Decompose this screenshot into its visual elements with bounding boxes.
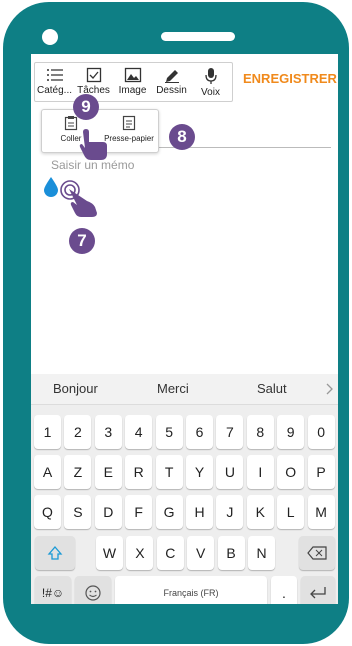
key-row3-8[interactable]: L <box>277 495 305 529</box>
key-row3-2[interactable]: D <box>94 495 122 529</box>
memo-screen: Catég... Tâches Image Dessin Voix ENREGI… <box>31 54 338 604</box>
phone-frame: Catég... Tâches Image Dessin Voix ENREGI… <box>3 2 349 644</box>
key-row4-1[interactable]: X <box>126 536 154 570</box>
cursor-handle-icon[interactable] <box>43 176 59 198</box>
toolbar-categories-label: Catég... <box>36 85 73 96</box>
key-row2-3[interactable]: R <box>125 455 153 489</box>
key-row2-8[interactable]: O <box>277 455 305 489</box>
key-row4-0[interactable]: W <box>96 536 123 570</box>
step-7-badge: 7 <box>69 228 95 254</box>
enter-key[interactable] <box>301 576 335 604</box>
key-row3-0[interactable]: Q <box>34 495 61 529</box>
suggestion-2[interactable]: Merci <box>157 381 189 396</box>
key-row2-1[interactable]: Z <box>64 455 92 489</box>
paste-icon <box>64 116 78 131</box>
space-bar[interactable]: Français (FR) <box>115 576 267 604</box>
symbols-key[interactable]: !#☺ <box>35 576 71 604</box>
key-row4-2[interactable]: C <box>156 536 184 570</box>
key-row3-3[interactable]: F <box>125 495 153 529</box>
key-row4-4[interactable]: B <box>217 536 245 570</box>
key-row3-9[interactable]: M <box>307 495 335 529</box>
tap-hand-icon <box>79 129 107 160</box>
period-key[interactable]: . <box>271 576 297 604</box>
suggestion-bar: Bonjour Merci Salut <box>31 374 338 405</box>
backspace-key[interactable] <box>299 536 335 570</box>
key-row3-5[interactable]: H <box>186 495 213 529</box>
emoji-icon <box>85 585 101 601</box>
key-row1-4[interactable]: 5 <box>155 415 183 449</box>
front-camera <box>42 29 58 45</box>
tap-gesture-icon <box>60 180 97 217</box>
key-row1-0[interactable]: 1 <box>34 415 61 449</box>
key-row1-3[interactable]: 4 <box>125 415 153 449</box>
toolbar-voice-label: Voix <box>201 87 220 98</box>
suggestion-1[interactable]: Bonjour <box>53 381 98 396</box>
key-row2-7[interactable]: I <box>246 455 274 489</box>
list-icon <box>46 69 63 81</box>
key-row2-6[interactable]: U <box>216 455 244 489</box>
title-underline <box>131 147 331 148</box>
toolbar-image-label: Image <box>118 85 147 96</box>
key-row2-4[interactable]: T <box>155 455 183 489</box>
key-row2-9[interactable]: P <box>307 455 335 489</box>
save-button[interactable]: ENREGISTRER <box>243 71 337 86</box>
key-row1-5[interactable]: 6 <box>186 415 213 449</box>
key-row3-1[interactable]: S <box>64 495 92 529</box>
image-icon <box>124 67 141 83</box>
key-row4-5[interactable]: N <box>248 536 275 570</box>
step-8-badge: 8 <box>169 124 195 150</box>
key-row2-0[interactable]: A <box>34 455 61 489</box>
suggestion-3[interactable]: Salut <box>257 381 287 396</box>
clipboard-icon <box>122 115 136 131</box>
key-row2-5[interactable]: Y <box>186 455 213 489</box>
memo-toolbar: Catég... Tâches Image Dessin Voix <box>34 62 233 102</box>
key-row4-3[interactable]: V <box>187 536 215 570</box>
key-row3-4[interactable]: G <box>155 495 183 529</box>
key-row1-1[interactable]: 2 <box>64 415 92 449</box>
checkbox-icon <box>86 67 101 83</box>
shift-arrow-icon <box>47 546 63 560</box>
toolbar-image-button[interactable]: Image <box>113 63 152 101</box>
key-row3-6[interactable]: J <box>216 495 244 529</box>
key-row1-6[interactable]: 7 <box>216 415 244 449</box>
step-9-badge: 9 <box>73 94 99 120</box>
key-row2-2[interactable]: E <box>94 455 122 489</box>
toolbar-drawing-button[interactable]: Dessin <box>152 63 191 101</box>
key-row1-7[interactable]: 8 <box>246 415 274 449</box>
earpiece-speaker <box>161 32 235 41</box>
enter-icon <box>310 587 326 599</box>
shift-key[interactable] <box>35 536 75 570</box>
key-row1-2[interactable]: 3 <box>94 415 122 449</box>
pen-icon <box>164 70 179 83</box>
key-row1-8[interactable]: 9 <box>277 415 305 449</box>
key-row3-7[interactable]: K <box>246 495 274 529</box>
microphone-icon <box>204 68 217 84</box>
space-bar-label: Français (FR) <box>163 588 219 598</box>
toolbar-drawing-label: Dessin <box>156 85 187 96</box>
backspace-icon <box>307 546 327 560</box>
toolbar-categories-button[interactable]: Catég... <box>35 63 74 101</box>
keyboard: Bonjour Merci Salut !#☺ Français (FR) . <box>31 374 338 604</box>
emoji-key[interactable] <box>75 576 111 604</box>
key-row1-9[interactable]: 0 <box>307 415 335 449</box>
toolbar-voice-button[interactable]: Voix <box>191 63 230 101</box>
chevron-right-icon[interactable] <box>325 383 333 395</box>
